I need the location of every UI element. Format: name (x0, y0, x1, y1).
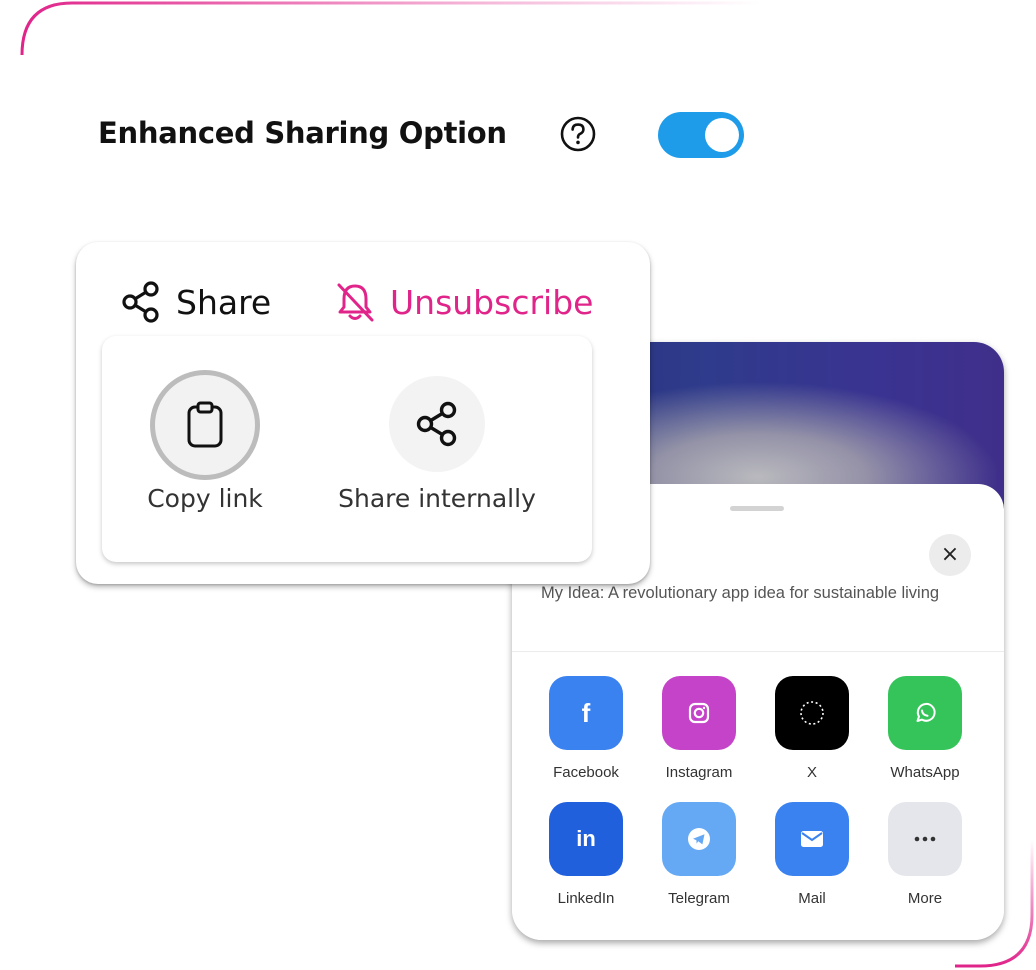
more-tile (888, 802, 962, 876)
instagram-icon (688, 702, 710, 724)
linkedin-icon: in (576, 826, 596, 851)
app-label-facebook: Facebook (553, 764, 619, 781)
instagram-tile (662, 676, 736, 750)
app-telegram[interactable]: Telegram (644, 802, 754, 907)
facebook-icon: f (581, 697, 591, 728)
telegram-icon (688, 828, 710, 850)
app-label-whatsapp: WhatsApp (890, 764, 960, 781)
linkedin-tile: in (549, 802, 623, 876)
mail-icon (801, 831, 823, 847)
more-icon (914, 836, 936, 842)
telegram-tile (662, 802, 736, 876)
tab-unsubscribe-label: Unsubscribe (390, 282, 594, 322)
app-label-more: More (907, 890, 943, 907)
share-options-panel: Copy link Share internally (102, 336, 592, 562)
app-more[interactable]: More (870, 802, 980, 907)
share-internally-label: Share internally (338, 484, 536, 513)
app-instagram[interactable]: Instagram (644, 676, 754, 781)
x-icon (800, 701, 824, 725)
app-label-mail: Mail (798, 890, 826, 907)
tab-share[interactable]: Share (120, 280, 271, 324)
toggle-knob (705, 118, 739, 152)
app-mail[interactable]: Mail (757, 802, 867, 907)
enhanced-sharing-toggle[interactable] (658, 112, 744, 158)
clipboard-icon (187, 401, 223, 448)
sheet-divider (512, 651, 1004, 652)
x-tile (775, 676, 849, 750)
sheet-grabber[interactable] (730, 506, 784, 511)
bell-off-icon (337, 283, 374, 322)
whatsapp-tile (888, 676, 962, 750)
copy-link-button[interactable]: Copy link (130, 370, 280, 513)
app-label-linkedin: LinkedIn (557, 890, 615, 907)
share-internally-button[interactable]: Share internally (327, 376, 547, 513)
option-title: Enhanced Sharing Option (98, 116, 507, 150)
close-icon: × (940, 542, 960, 567)
share-internally-circle (389, 376, 485, 472)
copy-link-label: Copy link (147, 484, 263, 513)
share-card: Share Unsubscribe Copy link Share intern… (76, 242, 650, 584)
app-facebook[interactable]: f Facebook (531, 676, 641, 781)
app-label-x: X (806, 764, 817, 781)
question-circle-icon[interactable] (559, 115, 597, 153)
tab-unsubscribe[interactable]: Unsubscribe (334, 280, 593, 324)
copy-link-circle (150, 370, 260, 480)
whatsapp-icon (916, 702, 936, 722)
share-icon (416, 401, 457, 447)
mail-tile (775, 802, 849, 876)
app-label-instagram: Instagram (665, 764, 733, 781)
app-x[interactable]: X (757, 676, 867, 781)
app-linkedin[interactable]: in LinkedIn (531, 802, 641, 907)
close-button[interactable]: × (929, 534, 971, 576)
facebook-tile: f (549, 676, 623, 750)
share-icon (122, 281, 159, 323)
tab-share-label: Share (176, 282, 272, 322)
app-whatsapp[interactable]: WhatsApp (870, 676, 980, 781)
app-label-telegram: Telegram (668, 890, 730, 907)
